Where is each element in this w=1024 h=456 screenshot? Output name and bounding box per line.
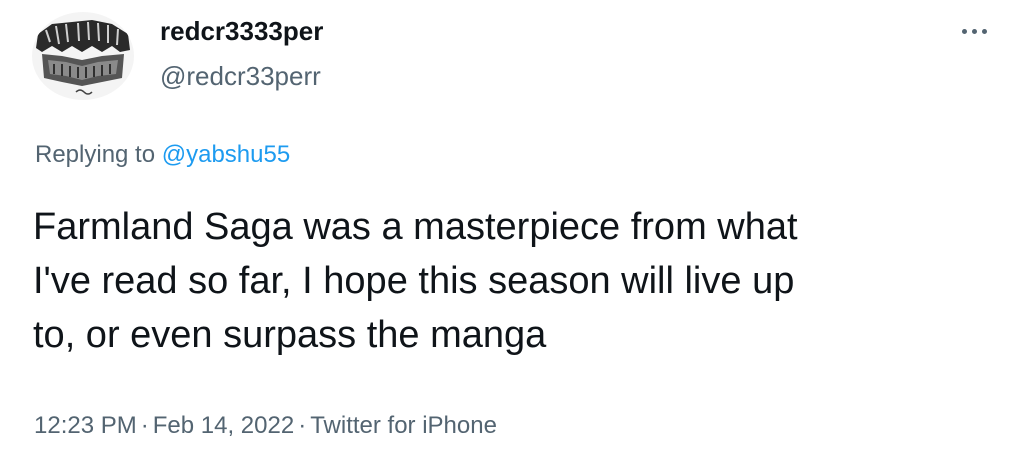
user-handle[interactable]: @redcr33perr [160,60,321,92]
avatar-image [32,12,134,100]
more-options-button[interactable] [954,18,994,44]
tweet-source[interactable]: Twitter for iPhone [310,412,497,439]
replying-to-label: Replying to [35,141,162,168]
tweet-meta: 12:23 PM · Feb 14, 2022 · Twitter for iPhone [34,411,497,441]
tweet-card: redcr3333per @redcr33perr Replying to @y… [0,0,1024,456]
tweet-time[interactable]: 12:23 PM [34,412,137,439]
avatar[interactable] [32,12,134,100]
tweet-text: Farmland Saga was a masterpiece from wha… [33,206,798,356]
display-name[interactable]: redcr3333per [160,15,323,47]
replying-to: Replying to @yabshu55 [35,140,290,170]
meta-separator: · [298,412,307,439]
reply-mention-link[interactable]: @yabshu55 [162,141,290,168]
more-horizontal-icon [961,28,987,34]
meta-separator: · [140,412,149,439]
tweet-date[interactable]: Feb 14, 2022 [153,412,294,439]
